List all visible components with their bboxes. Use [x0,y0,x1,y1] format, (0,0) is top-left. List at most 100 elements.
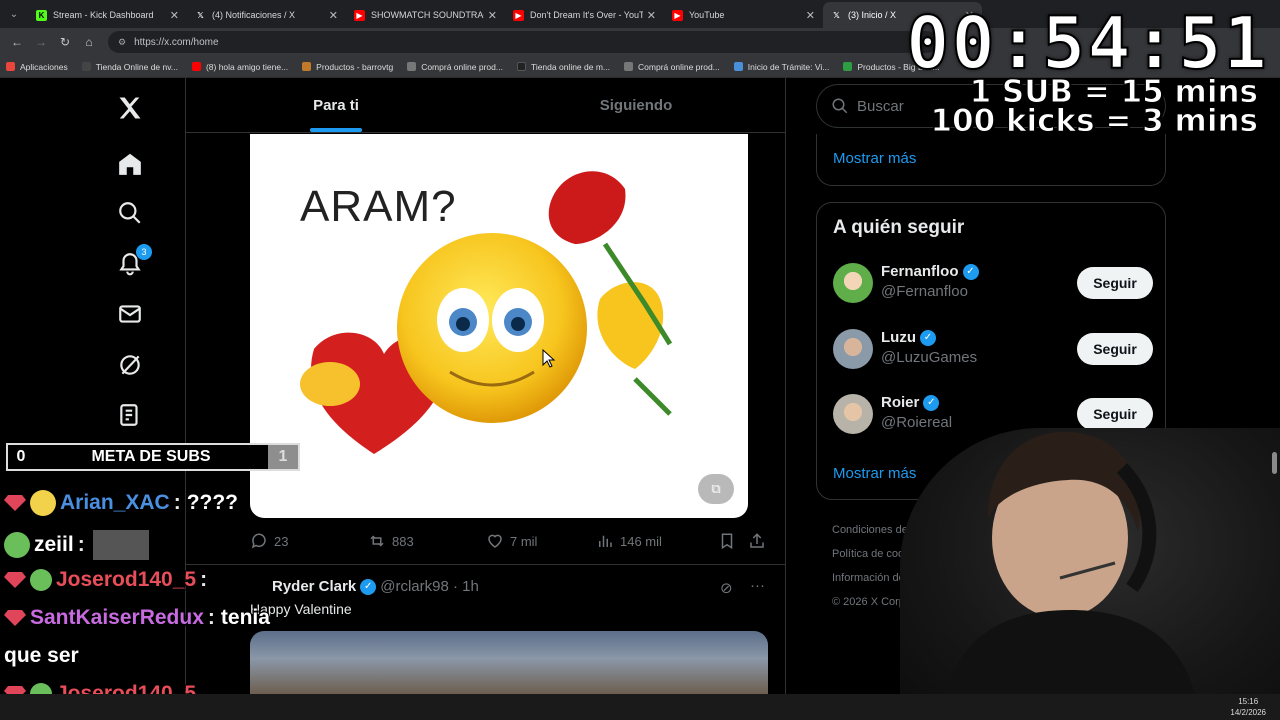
browser-tab[interactable]: K Stream - Kick Dashboard ✕ [28,2,187,28]
browser-tab[interactable]: ▶ Don't Dream It's Over - YouTub ✕ [505,2,664,28]
x-logo-icon[interactable] [112,90,148,126]
youtube-favicon-icon: ▶ [672,9,683,21]
more-options-icon[interactable]: ··· [750,577,765,594]
lists-document-icon[interactable] [112,397,148,433]
emote-icon [30,490,56,516]
tab-close-icon[interactable]: ✕ [806,9,815,22]
repost-count: 883 [392,533,414,549]
chat-username: Arian_XAC [60,491,170,514]
x-favicon-icon: 𝕏 [197,10,204,20]
show-more-link[interactable]: Mostrar más [833,465,916,482]
bookmark-label: Comprá online prod... [421,61,503,72]
post-author[interactable]: Ryder Clark ✓ @rclark98 · 1h [272,578,479,595]
tab-title: YouTube [689,10,725,20]
view-count: 146 mil [620,533,662,549]
tab-siguiendo[interactable]: Siguiendo [486,78,785,132]
tab-para-ti[interactable]: Para ti [186,78,486,132]
grok-slash-icon[interactable] [112,347,148,383]
url-text: https://x.com/home [134,36,219,48]
chat-message: que ser [4,644,83,668]
bookmark-button[interactable] [718,532,748,550]
bookmark-item[interactable]: Comprá online prod... [407,62,503,72]
tab-close-icon[interactable]: ✕ [647,9,656,22]
views-button[interactable]: 146 mil [596,532,718,550]
bookmark-item[interactable]: Productos - barrovtg [302,62,393,72]
browser-tab[interactable]: ▶ YouTube ✕ [664,2,823,28]
image-emote-icon [92,530,149,560]
site-info-icon[interactable]: ⚙ [118,37,126,48]
tab-close-icon[interactable]: ✕ [170,9,179,22]
tab-search-menu[interactable]: ⌄ [0,0,28,28]
like-button[interactable]: 7 mil [486,532,596,550]
bookmark-label: Productos - barrovtg [316,61,394,72]
sub-gem-icon [4,610,26,626]
goal-label: META DE SUBS [91,448,211,465]
browser-tab[interactable]: 𝕏 (4) Notificaciones / X ✕ [187,2,346,28]
avatar[interactable] [833,329,873,369]
bookmark-item[interactable]: Comprá online prod... [624,62,720,72]
chat-message: Arian_XAC: ???? [4,490,238,516]
home-icon[interactable] [112,146,148,182]
url-input[interactable]: ⚙ https://x.com/home [108,31,938,53]
sub-goal-bar: 0 META DE SUBS 1 [6,443,300,471]
chat-username: zeiil [34,533,74,556]
bookmark-item[interactable]: (8) hola amigo tiene... [191,62,288,72]
bookmark-favicon-icon [733,62,743,71]
bookmark-favicon-icon [843,62,853,71]
author-name: Ryder Clark [272,578,357,595]
reload-icon[interactable]: ↻ [54,31,76,53]
bookmark-item[interactable]: Inicio de Trámite: Vi... [733,62,829,72]
page-scrollbar[interactable] [1272,452,1277,474]
suggestion-handle: @LuzuGames [881,349,978,366]
messages-envelope-icon[interactable] [112,296,148,332]
tab-title: Stream - Kick Dashboard [53,10,154,20]
share-button[interactable] [748,532,766,550]
verified-badge-icon: ✓ [962,263,979,280]
like-count: 7 mil [510,533,538,549]
follow-button[interactable]: Seguir [1077,333,1153,365]
avatar[interactable] [833,394,873,434]
image-alt-icon[interactable]: ⧉ [698,474,734,504]
grok-slash-icon[interactable]: ⊘ [720,579,733,597]
repost-button[interactable]: 883 [368,532,486,550]
show-more-link[interactable]: Mostrar más [833,150,916,167]
tab-close-icon[interactable]: ✕ [488,9,497,22]
bookmark-item[interactable]: Tienda online de m... [516,61,611,72]
home-icon[interactable]: ⌂ [78,31,100,53]
verified-badge-icon: ✓ [920,329,936,346]
taskbar-clock[interactable]: 15:16 14/2/2026 [1230,696,1266,718]
post-media-image[interactable]: ARAM? ⧉ [250,134,748,518]
os-taskbar [0,694,1280,720]
reply-button[interactable]: 23 [250,532,368,550]
sub-gem-icon [4,572,26,588]
smiley-rose-heart-illustration [300,171,673,454]
bookmark-favicon-icon [624,62,634,71]
forward-arrow-icon[interactable]: → [30,31,52,53]
goal-current: 0 [16,448,26,465]
suggestion-name: Roier [881,394,920,411]
back-arrow-icon[interactable]: ← [6,31,28,53]
avatar[interactable] [833,263,873,303]
follow-button[interactable]: Seguir [1077,267,1153,299]
author-handle: @rclark98 · 1h [380,578,479,595]
bookmark-item[interactable]: Tienda Online de nv... [81,61,178,72]
streamer-webcam-figure [940,431,1200,720]
suggestion-handle: @Fernanfloo [881,283,968,300]
bookmark-label: Comprá online prod... [638,61,720,72]
browser-tab[interactable]: ▶ SHOWMATCH SOUNDTRACK - ✕ [346,2,505,28]
follow-suggestion[interactable]: Fernanfloo ✓ @Fernanfloo Seguir [833,261,1153,305]
notification-count-badge: 3 [136,244,152,260]
notifications-bell-icon[interactable]: 3 [112,244,152,282]
explore-search-icon[interactable] [112,195,148,231]
feed-tab-bar: Para ti Siguiendo [186,78,785,133]
follow-suggestion[interactable]: Luzu ✓ @LuzuGames Seguir [833,327,1153,371]
bookmark-item[interactable]: Aplicaciones [6,62,68,72]
bookmark-label: Tienda online de m... [530,61,611,72]
bookmark-label: Tienda Online de nv... [95,61,178,72]
share-icon [750,533,764,548]
clock-date: 14/2/2026 [1230,708,1266,717]
emote-icon [30,569,52,591]
chat-text: tenia [220,606,270,629]
follow-button[interactable]: Seguir [1077,398,1153,430]
tab-close-icon[interactable]: ✕ [329,9,338,22]
